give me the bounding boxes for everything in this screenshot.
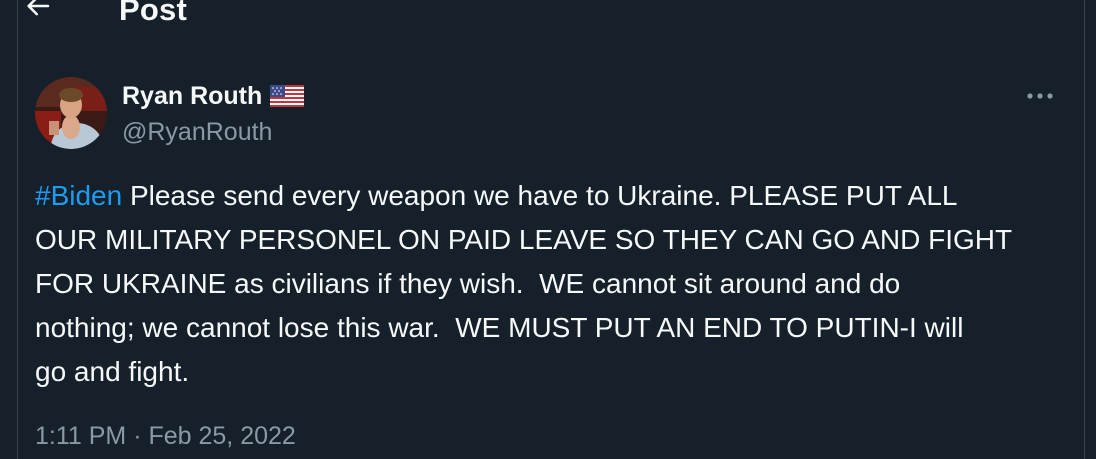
post-text-line: go and fight. xyxy=(35,356,190,387)
more-options-button[interactable] xyxy=(1020,82,1060,110)
timestamp-separator: · xyxy=(126,422,149,450)
us-flag-icon xyxy=(270,85,305,107)
hashtag-link[interactable]: #Biden xyxy=(35,180,122,211)
author-display-name[interactable]: Ryan Routh xyxy=(122,82,262,111)
avatar[interactable] xyxy=(35,77,107,149)
column-right-border xyxy=(1084,0,1085,459)
author-handle[interactable]: @RyanRouth xyxy=(122,118,272,147)
arrow-left-icon xyxy=(27,0,50,16)
avatar-photo xyxy=(35,77,107,149)
page-title: Post xyxy=(119,0,187,27)
column-left-border xyxy=(17,0,18,459)
post-text-line: OUR MILITARY PERSONEL ON PAID LEAVE SO T… xyxy=(35,224,1013,255)
post-text-line: FOR UKRAINE as civilians if they wish. W… xyxy=(35,268,901,299)
post-date[interactable]: Feb 25, 2022 xyxy=(148,422,295,450)
more-horizontal-icon xyxy=(1027,93,1053,99)
post-text-line: Please send every weapon we have to Ukra… xyxy=(122,180,958,211)
author-name-row: Ryan Routh xyxy=(122,80,305,112)
post-timestamp: 1:11 PM · Feb 25, 2022 xyxy=(35,422,296,451)
post-time[interactable]: 1:11 PM xyxy=(35,422,126,450)
back-button[interactable] xyxy=(18,0,58,26)
post-text: #Biden Please send every weapon we have … xyxy=(35,174,1065,394)
post-text-line: nothing; we cannot lose this war. WE MUS… xyxy=(35,312,964,343)
